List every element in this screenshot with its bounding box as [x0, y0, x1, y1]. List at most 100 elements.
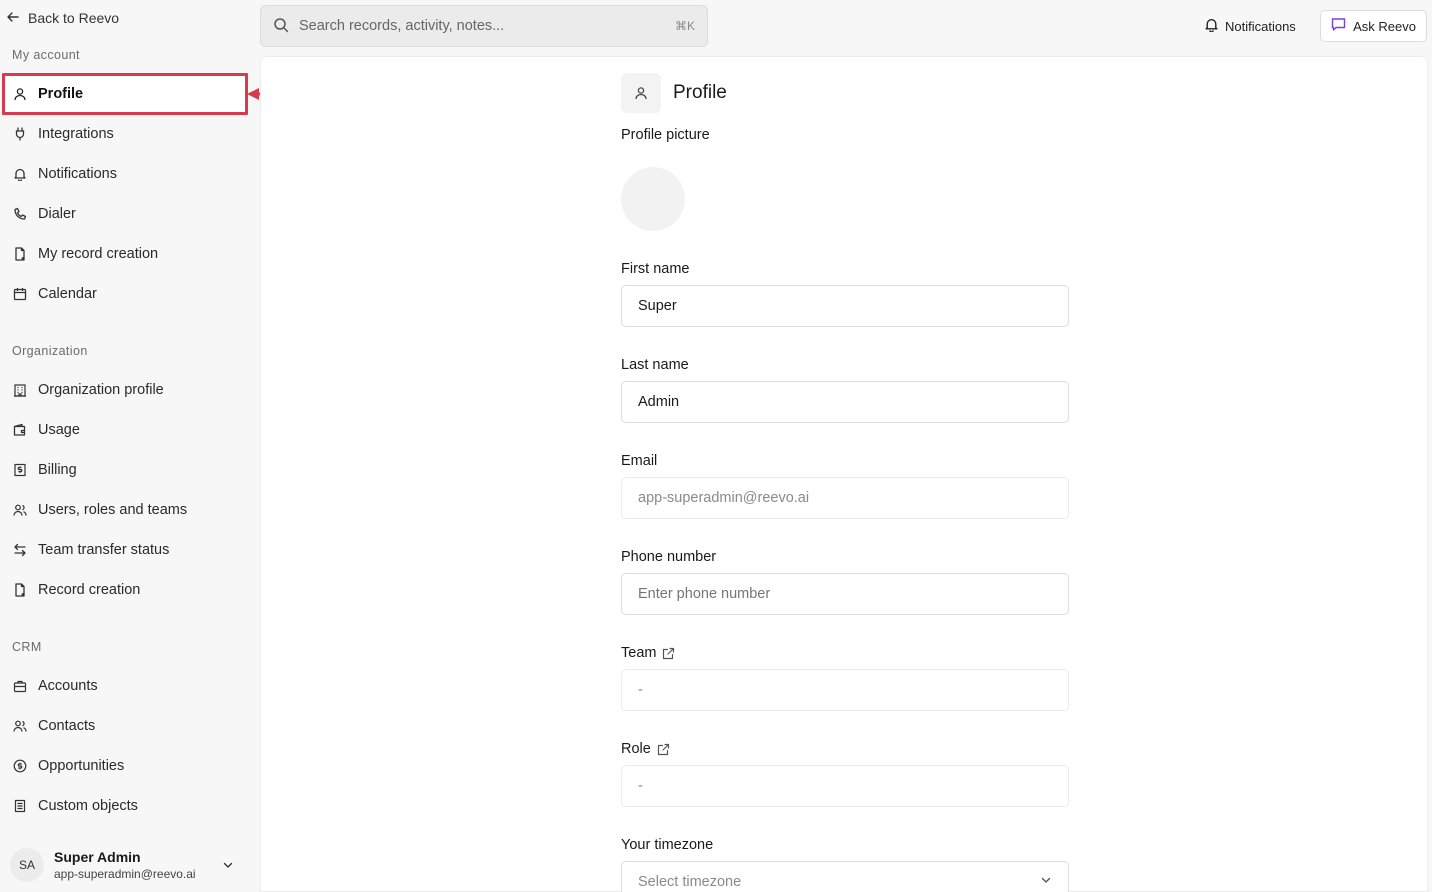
sidebar-item-billing[interactable]: Billing: [4, 451, 246, 489]
sidebar-item-calendar[interactable]: Calendar: [4, 275, 246, 313]
calendar-icon: [12, 286, 28, 302]
chevron-down-icon: [222, 858, 234, 874]
notifications-button[interactable]: Notifications: [1204, 15, 1296, 37]
ask-reevo-label: Ask Reevo: [1353, 18, 1416, 34]
sidebar-item-label: Notifications: [38, 166, 117, 182]
sidebar: Back to Reevo My account Profile Integra…: [0, 0, 258, 892]
sidebar-item-opportunities[interactable]: Opportunities: [4, 747, 246, 785]
sidebar-item-label: Opportunities: [38, 758, 125, 774]
sidebar-item-custom-objects[interactable]: Custom objects: [4, 787, 246, 825]
timezone-placeholder: Select timezone: [638, 874, 742, 890]
sidebar-item-my-record-creation[interactable]: My record creation: [4, 235, 246, 273]
label-text: Email: [621, 453, 658, 469]
search-shortcut: ⌘K: [674, 19, 695, 33]
email-field: [621, 477, 1069, 519]
file-plus-icon: [12, 582, 28, 598]
section-label-organization: Organization: [12, 344, 88, 358]
dollar-circle-icon: [12, 758, 28, 774]
bell-icon: [1204, 17, 1219, 35]
sidebar-item-label: Accounts: [38, 678, 98, 694]
sidebar-item-label: Users, roles and teams: [38, 502, 188, 518]
user-menu[interactable]: SA Super Admin app-superadmin@reevo.ai: [0, 838, 258, 892]
user-icon: [12, 86, 28, 102]
sidebar-item-organization-profile[interactable]: Organization profile: [4, 371, 246, 409]
sidebar-item-profile[interactable]: Profile: [4, 75, 246, 113]
phone-number-field[interactable]: [621, 573, 1069, 615]
page-header: Profile: [621, 73, 727, 113]
label-text: Team: [621, 645, 657, 661]
file-plus-icon: [12, 246, 28, 262]
profile-picture-label: Profile picture: [621, 127, 710, 143]
sidebar-item-contacts[interactable]: Contacts: [4, 707, 246, 745]
label-text: Phone number: [621, 549, 717, 565]
search-bar[interactable]: Search records, activity, notes... ⌘K: [260, 5, 708, 47]
external-link-icon[interactable]: [657, 743, 670, 756]
role-label: Role: [621, 741, 670, 757]
user-icon: [621, 73, 661, 113]
arrow-left-icon: [6, 10, 20, 27]
sidebar-item-dialer[interactable]: Dialer: [4, 195, 246, 233]
last-name-label: Last name: [621, 357, 689, 373]
first-name-field[interactable]: [621, 285, 1069, 327]
document-icon: [12, 798, 28, 814]
avatar: SA: [10, 848, 44, 882]
sidebar-item-label: Calendar: [38, 286, 97, 302]
sidebar-item-notifications[interactable]: Notifications: [4, 155, 246, 193]
sidebar-item-label: Billing: [38, 462, 77, 478]
search-icon: [273, 17, 289, 36]
sidebar-item-team-transfer-status[interactable]: Team transfer status: [4, 531, 246, 569]
building-icon: [12, 382, 28, 398]
sidebar-item-label: Team transfer status: [38, 542, 170, 558]
sidebar-item-label: Profile: [38, 86, 84, 102]
sidebar-item-users-roles-teams[interactable]: Users, roles and teams: [4, 491, 246, 529]
section-label-my-account: My account: [12, 48, 80, 62]
sidebar-item-label: Record creation: [38, 582, 141, 598]
sidebar-item-label: My record creation: [38, 246, 159, 262]
external-link-icon[interactable]: [662, 647, 675, 660]
users-icon: [12, 502, 28, 518]
team-label: Team: [621, 645, 675, 661]
profile-picture[interactable]: [621, 167, 685, 231]
sidebar-item-label: Usage: [38, 422, 80, 438]
main-panel: Profile Profile picture First name Last …: [260, 56, 1428, 892]
sidebar-item-integrations[interactable]: Integrations: [4, 115, 246, 153]
label-text: Profile picture: [621, 127, 710, 143]
briefcase-icon: [12, 678, 28, 694]
chevron-down-icon: [1040, 874, 1052, 890]
timezone-select[interactable]: Select timezone: [621, 861, 1069, 892]
sidebar-item-label: Organization profile: [38, 382, 164, 398]
team-field: [621, 669, 1069, 711]
back-link-label: Back to Reevo: [28, 10, 120, 26]
sidebar-item-label: Contacts: [38, 718, 96, 734]
arrows-swap-icon: [12, 542, 28, 558]
user-email: app-superadmin@reevo.ai: [54, 867, 196, 881]
last-name-field[interactable]: [621, 381, 1069, 423]
section-label-crm: CRM: [12, 640, 42, 654]
wallet-icon: [12, 422, 28, 438]
sidebar-item-label: Dialer: [38, 206, 76, 222]
label-text: First name: [621, 261, 690, 277]
notifications-label: Notifications: [1225, 18, 1296, 34]
sidebar-item-record-creation[interactable]: Record creation: [4, 571, 246, 609]
users-icon: [12, 718, 28, 734]
chat-bubble-icon: [1331, 17, 1346, 35]
timezone-label: Your timezone: [621, 837, 713, 853]
email-label: Email: [621, 453, 657, 469]
phone-icon: [12, 206, 28, 222]
first-name-label: First name: [621, 261, 690, 277]
bell-icon: [12, 166, 28, 182]
label-text: Role: [621, 741, 651, 757]
receipt-icon: [12, 462, 28, 478]
label-text: Your timezone: [621, 837, 714, 853]
ask-reevo-button[interactable]: Ask Reevo: [1320, 10, 1427, 42]
back-to-reevo-link[interactable]: Back to Reevo: [6, 8, 119, 28]
sidebar-item-accounts[interactable]: Accounts: [4, 667, 246, 705]
sidebar-item-usage[interactable]: Usage: [4, 411, 246, 449]
plug-icon: [12, 126, 28, 142]
sidebar-item-label: Integrations: [38, 126, 114, 142]
user-name: Super Admin: [54, 849, 141, 865]
search-input[interactable]: Search records, activity, notes...: [299, 18, 665, 34]
sidebar-item-label: Custom objects: [38, 798, 138, 814]
phone-number-label: Phone number: [621, 549, 716, 565]
label-text: Last name: [621, 357, 689, 373]
